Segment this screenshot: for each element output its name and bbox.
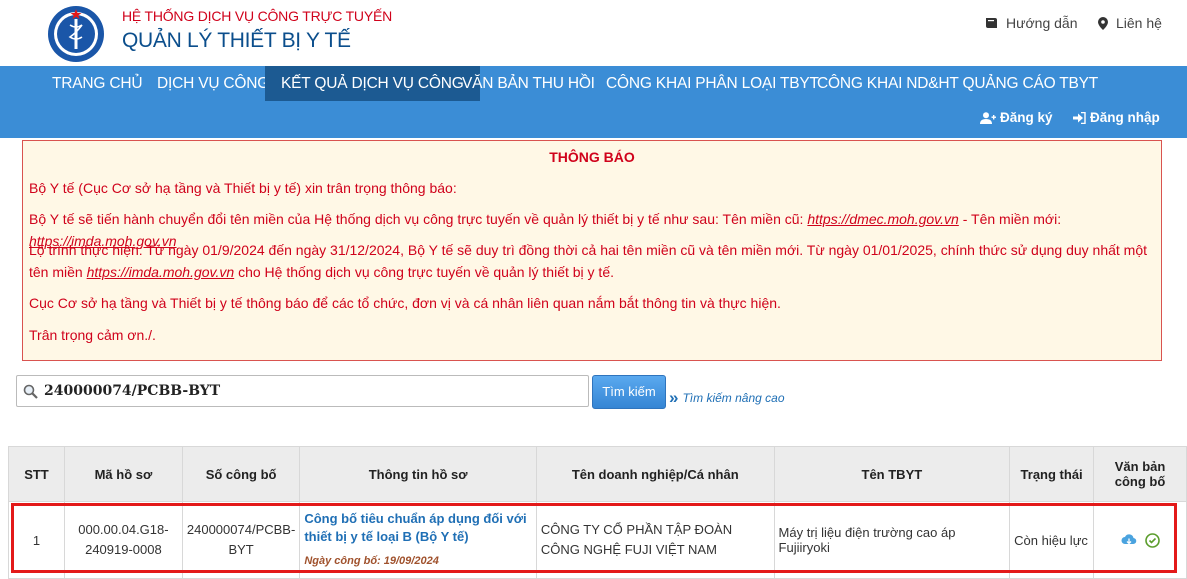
register-link[interactable]: Đăng ký (980, 110, 1053, 125)
col-header-trang-thai[interactable]: Trạng thái (1009, 446, 1095, 502)
cell-company: CÔNG TY CỔ PHẦN TẬP ĐOÀN CÔNG NGHỆ FUJI … (535, 501, 775, 579)
main-navbar: TRANG CHỦ DỊCH VỤ CÔNG KẾT QUẢ DỊCH VỤ C… (0, 66, 1187, 138)
sign-in-icon (1073, 111, 1086, 124)
notice-line-4: Cục Cơ sở hạ tầng và Thiết bị y tế thông… (29, 295, 781, 311)
cloud-download-icon[interactable] (1121, 534, 1137, 546)
search-input[interactable] (44, 383, 564, 399)
search-icon (23, 384, 38, 399)
login-label: Đăng nhập (1090, 110, 1160, 125)
publish-date: Ngày công bố: 19/09/2024 (304, 555, 439, 567)
site-title: QUẢN LÝ THIẾT BỊ Y TẾ (122, 29, 351, 52)
notice-line-2-text-a: Bộ Y tế sẽ tiến hành chuyển đổi tên miền… (29, 211, 808, 227)
ministry-of-health-logo-icon[interactable] (46, 5, 106, 63)
register-label: Đăng ký (1000, 110, 1053, 125)
notice-line-3: Lộ trình thực hiện: Từ ngày 01/9/2024 đế… (29, 239, 1155, 283)
cell-thong-tin: Công bố tiêu chuẩn áp dụng đối với thiết… (299, 501, 537, 579)
col-header-van-ban: Văn bản công bố (1093, 446, 1187, 502)
login-link[interactable]: Đăng nhập (1073, 110, 1160, 125)
cell-status: Còn hiệu lực (1009, 501, 1095, 579)
cell-device: Máy trị liệu điện trường cao áp Fujiiryo… (773, 501, 1011, 579)
notice-line-5: Trân trọng cảm ơn./. (29, 327, 156, 343)
notice-line-2-text-b: - Tên miền mới: (958, 211, 1062, 227)
guide-link[interactable]: Hướng dẫn (985, 15, 1077, 31)
certificate-check-icon[interactable] (1144, 532, 1160, 548)
contact-label: Liên hệ (1116, 15, 1162, 31)
advanced-search-link[interactable]: » Tìm kiếm nâng cao (669, 388, 785, 407)
site-header: HỆ THỐNG DỊCH VỤ CÔNG TRỰC TUYẾN QUẢN LÝ… (0, 0, 1187, 66)
col-header-stt: STT (8, 446, 65, 502)
old-domain-link[interactable]: https://dmec.moh.gov.vn (807, 211, 958, 227)
notice-line-1: Bộ Y tế (Cục Cơ sở hạ tầng và Thiết bị y… (29, 180, 457, 196)
col-header-doanh-nghiep[interactable]: Tên doanh nghiệp/Cá nhân (535, 446, 775, 502)
notice-panel: THÔNG BÁO Bộ Y tế (Cục Cơ sở hạ tầng và … (22, 140, 1162, 361)
record-title-link[interactable]: Công bố tiêu chuẩn áp dụng đối với thiết… (304, 510, 532, 546)
new-domain-link-2[interactable]: https://imda.moh.gov.vn (87, 264, 235, 280)
nav-recall-documents[interactable]: VĂN BẢN THU HỒI (446, 66, 611, 101)
cell-documents (1093, 501, 1187, 579)
nav-public-services[interactable]: DỊCH VỤ CÔNG (141, 66, 285, 101)
nav-advertising-disclosure[interactable]: CÔNG KHAI ND&HT QUẢNG CÁO TBYT (801, 66, 1114, 101)
table-row: 1 000.00.04.G18-240919-0008 240000074/PC… (8, 501, 1187, 579)
cell-stt: 1 (8, 501, 65, 579)
book-icon (986, 18, 997, 28)
cell-so-cong-bo: 240000074/PCBB-BYT (181, 501, 301, 579)
contact-link[interactable]: Liên hệ (1098, 15, 1162, 31)
nav-home[interactable]: TRANG CHỦ (36, 66, 158, 101)
col-header-ma-ho-so[interactable]: Mã hồ sơ (63, 446, 183, 502)
col-header-thong-tin[interactable]: Thông tin hồ sơ (299, 446, 537, 502)
site-subtitle: HỆ THỐNG DỊCH VỤ CÔNG TRỰC TUYẾN (122, 8, 393, 24)
map-marker-icon (1098, 16, 1108, 30)
col-header-ten-tbyt[interactable]: Tên TBYT (773, 446, 1011, 502)
notice-title: THÔNG BÁO (549, 149, 635, 165)
col-header-so-cong-bo[interactable]: Số công bố (181, 446, 301, 502)
nav-device-classification[interactable]: CÔNG KHAI PHÂN LOẠI TBYT (590, 66, 835, 101)
table-header-row: STT Mã hồ sơ Số công bố Thông tin hồ sơ … (8, 446, 1187, 502)
results-table: STT Mã hồ sơ Số công bố Thông tin hồ sơ … (8, 446, 1187, 579)
notice-line-3-text-b: cho Hệ thống dịch vụ công trực tuyến về … (234, 264, 614, 280)
user-plus-icon (980, 111, 996, 124)
cell-ma-ho-so: 000.00.04.G18-240919-0008 (63, 501, 183, 579)
search-button[interactable]: Tìm kiếm (592, 375, 666, 409)
double-chevron-right-icon: » (669, 388, 679, 407)
search-box[interactable] (16, 375, 589, 407)
advanced-search-label: Tìm kiếm nâng cao (682, 391, 785, 405)
guide-label: Hướng dẫn (1006, 15, 1078, 31)
